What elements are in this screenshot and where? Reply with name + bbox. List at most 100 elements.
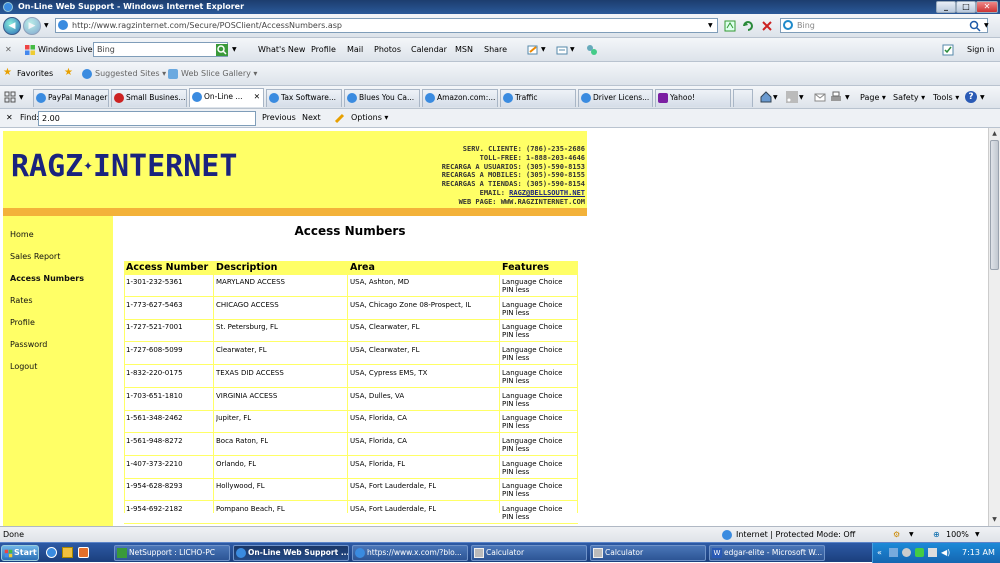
- tray-volume-icon[interactable]: ◀): [941, 543, 950, 562]
- live-whats-new[interactable]: What's New: [258, 44, 305, 56]
- tab-yahoo[interactable]: Yahoo!: [655, 89, 731, 107]
- back-button[interactable]: ◀: [3, 17, 21, 35]
- search-input[interactable]: Bing: [780, 18, 988, 33]
- zoom-dropdown-icon[interactable]: ▼: [975, 527, 980, 542]
- help-icon[interactable]: ?: [965, 91, 977, 103]
- close-find-icon[interactable]: ✕: [6, 112, 13, 124]
- minimize-button[interactable]: _: [936, 1, 956, 13]
- home-icon[interactable]: [760, 91, 772, 103]
- favorites-button[interactable]: Favorites: [17, 68, 53, 80]
- nav-sales-report[interactable]: Sales Report: [10, 252, 60, 261]
- tab-amazon[interactable]: Amazon.com:...: [422, 89, 498, 107]
- clock[interactable]: 7:13 AM: [962, 543, 995, 562]
- tray-monitor-icon[interactable]: [928, 548, 937, 557]
- search-go-icon[interactable]: [969, 20, 981, 32]
- home-dropdown-icon[interactable]: ▼: [773, 92, 778, 104]
- refresh-icon[interactable]: [742, 20, 754, 32]
- security-zone[interactable]: Internet | Protected Mode: Off: [736, 527, 855, 542]
- nav-logout[interactable]: Logout: [10, 362, 37, 371]
- signin-link[interactable]: Sign in: [967, 44, 994, 56]
- web-slice-link[interactable]: Web Slice Gallery ▾: [181, 68, 257, 80]
- live-search-go-icon[interactable]: [216, 44, 228, 56]
- translate-icon[interactable]: [586, 44, 598, 56]
- live-mail[interactable]: Mail: [347, 44, 363, 56]
- stop-icon[interactable]: [761, 20, 773, 32]
- live-search-input[interactable]: Bing: [93, 42, 228, 57]
- windows-live-label[interactable]: Windows Live: [38, 44, 93, 56]
- nav-rates[interactable]: Rates: [10, 296, 33, 305]
- protected-mode-icon[interactable]: ⚙: [893, 527, 900, 542]
- help-dropdown-icon[interactable]: ▼: [980, 92, 985, 104]
- tools-menu[interactable]: Tools ▾: [933, 92, 959, 104]
- quicklaunch-media-icon[interactable]: [78, 547, 89, 558]
- forward-button[interactable]: ▶: [23, 17, 41, 35]
- address-input[interactable]: http://www.ragzinternet.com/Secure/POSCl…: [55, 18, 718, 33]
- start-button[interactable]: Start: [1, 545, 39, 561]
- tab-tax-software[interactable]: Tax Software...: [266, 89, 342, 107]
- scroll-up-icon[interactable]: ▲: [989, 128, 1000, 139]
- nav-access-numbers[interactable]: Access Numbers: [10, 274, 84, 283]
- page-menu[interactable]: Page ▾: [860, 92, 886, 104]
- form-fill-icon[interactable]: [556, 44, 568, 56]
- print-icon[interactable]: [830, 91, 842, 103]
- close-toolbar-icon[interactable]: ✕: [5, 44, 12, 56]
- scroll-thumb[interactable]: [990, 140, 999, 270]
- tab-traffic[interactable]: Traffic: [500, 89, 576, 107]
- address-dropdown-icon[interactable]: ▼: [708, 20, 713, 32]
- tab-blues[interactable]: Blues You Ca...: [344, 89, 420, 107]
- feeds-dropdown-icon[interactable]: ▼: [799, 92, 804, 104]
- task-word[interactable]: Wedgar-elite - Microsoft W...: [709, 545, 825, 561]
- tab-online-web-support[interactable]: On-Line ... ✕: [189, 88, 264, 107]
- live-msn[interactable]: MSN: [455, 44, 473, 56]
- quick-tabs-icon[interactable]: [4, 91, 16, 103]
- find-previous-button[interactable]: Previous: [262, 112, 296, 124]
- tray-expand-icon[interactable]: «: [877, 543, 882, 562]
- live-profile[interactable]: Profile: [311, 44, 336, 56]
- tray-network-icon[interactable]: [889, 548, 898, 557]
- tab-paypal[interactable]: PayPal Manager: [33, 89, 109, 107]
- suggested-sites-link[interactable]: Suggested Sites ▾: [95, 68, 166, 80]
- email-link[interactable]: RAGZ@BELLSOUTH.NET: [509, 189, 585, 197]
- live-search-dropdown-icon[interactable]: ▼: [232, 44, 237, 56]
- tab-small-business[interactable]: Small Busines...: [111, 89, 187, 107]
- zoom-level[interactable]: 100%: [946, 527, 969, 542]
- find-input[interactable]: 2.00: [38, 111, 256, 126]
- new-tab-button[interactable]: [733, 89, 753, 107]
- highlight-dropdown-icon[interactable]: ▼: [541, 44, 546, 56]
- form-fill-dropdown-icon[interactable]: ▼: [570, 44, 575, 56]
- vertical-scrollbar[interactable]: ▲ ▼: [988, 128, 1000, 526]
- close-button[interactable]: ✕: [976, 1, 998, 13]
- nav-password[interactable]: Password: [10, 340, 47, 349]
- task-online-web-support[interactable]: On-Line Web Support ...: [233, 545, 349, 561]
- nav-home[interactable]: Home: [10, 230, 34, 239]
- compat-view-icon[interactable]: [724, 20, 736, 32]
- history-dropdown-icon[interactable]: ▼: [44, 20, 49, 32]
- scroll-down-icon[interactable]: ▼: [989, 514, 1000, 525]
- tray-sync-icon[interactable]: [902, 548, 911, 557]
- tray-security-icon[interactable]: [915, 548, 924, 557]
- quicklaunch-explorer-icon[interactable]: [62, 547, 73, 558]
- live-calendar[interactable]: Calendar: [411, 44, 447, 56]
- quicklaunch-ie-icon[interactable]: [46, 547, 57, 558]
- tab-driver-license[interactable]: Driver Licens...: [578, 89, 653, 107]
- search-options-icon[interactable]: ▼: [984, 20, 989, 32]
- task-calculator-2[interactable]: Calculator: [590, 545, 706, 561]
- add-favorite-icon[interactable]: ★: [64, 67, 73, 79]
- highlight-icon[interactable]: [527, 44, 539, 56]
- safety-menu[interactable]: Safety ▾: [893, 92, 925, 104]
- task-netsupport[interactable]: NetSupport : LICHO-PC: [114, 545, 230, 561]
- live-photos[interactable]: Photos: [374, 44, 401, 56]
- zone-dropdown-icon[interactable]: ▼: [909, 527, 914, 542]
- tab-list-icon[interactable]: ▼: [19, 92, 24, 104]
- task-x-com[interactable]: https://www.x.com/?blo...: [352, 545, 468, 561]
- read-mail-icon[interactable]: [814, 91, 826, 103]
- find-next-button[interactable]: Next: [302, 112, 321, 124]
- feeds-icon[interactable]: [786, 91, 798, 103]
- live-share[interactable]: Share: [484, 44, 507, 56]
- find-options-button[interactable]: Options ▾: [351, 112, 388, 124]
- close-tab-icon[interactable]: ✕: [254, 89, 260, 105]
- maximize-button[interactable]: □: [956, 1, 976, 13]
- highlight-matches-icon[interactable]: [334, 112, 346, 124]
- messenger-icon[interactable]: [942, 44, 954, 56]
- print-dropdown-icon[interactable]: ▼: [845, 92, 850, 104]
